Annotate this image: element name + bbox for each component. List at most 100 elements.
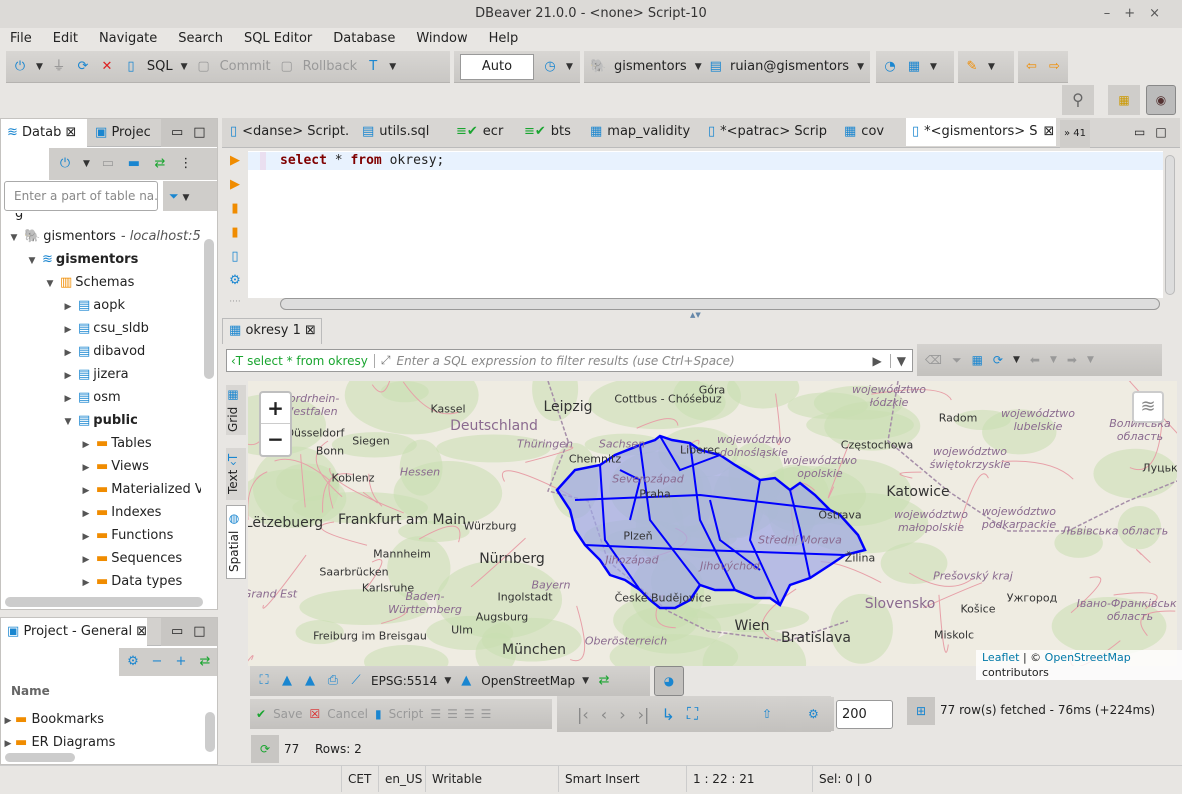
tree-item-schema[interactable]: ▶ ▤ aopk [61, 294, 125, 317]
chevron-down-icon[interactable]: ▼ [181, 62, 188, 72]
menu-navigate[interactable]: Navigate [99, 28, 166, 50]
export-button[interactable]: ⇧ [756, 697, 786, 731]
row-edit-icons[interactable]: ☰☰☰☰ [430, 707, 497, 721]
refresh-icon[interactable]: ⟳ [993, 353, 1003, 367]
chevron-down-icon[interactable]: ▼ [1087, 355, 1094, 365]
format-brush-icon[interactable]: ✎ [964, 59, 980, 75]
expand-toggle-icon[interactable]: ▼ [25, 250, 39, 273]
new-connection-icon[interactable]: ⏻ [12, 59, 28, 75]
filter-settings-icon[interactable]: ▦ [972, 353, 983, 367]
gear-icon[interactable]: ⚙ [125, 654, 141, 670]
apply-filter-icon[interactable]: ▶ [865, 354, 890, 368]
tree-item-folder[interactable]: ▶ ▬ Sequences [79, 547, 183, 572]
gear-icon[interactable]: ⚙ [227, 273, 243, 289]
tree-item-schema[interactable]: ▶ ▤ jizera [61, 363, 129, 386]
horizontal-scrollbar[interactable] [5, 597, 203, 607]
expand-toggle-icon[interactable]: ▶ [79, 526, 93, 549]
expand-toggle-icon[interactable]: ▶ [79, 480, 93, 503]
link-icon[interactable]: ⇄ [197, 654, 213, 670]
refresh-button[interactable]: ⟳ [251, 735, 279, 763]
horizontal-scrollbar[interactable] [5, 753, 75, 762]
schema-selector[interactable]: ruian@gismentors [730, 59, 849, 74]
chevron-down-icon[interactable]: ▼ [930, 62, 937, 72]
filter-history-dropdown[interactable]: ▼ [889, 353, 912, 368]
clear-filter-icon[interactable]: ⌫ [925, 353, 942, 367]
minimize-icon[interactable]: ▭ [1134, 125, 1155, 139]
basemap-selector[interactable]: OpenStreetMap [481, 674, 575, 688]
tree-item-schemas[interactable]: ▼ ▥ Schemas [43, 271, 135, 294]
tree-item-folder[interactable]: ▶ ▬ Functions [79, 524, 174, 549]
tree-item-schema[interactable]: ▶ ▤ csu_sldb [61, 317, 149, 340]
horizontal-scrollbar[interactable] [280, 298, 1160, 310]
print-icon[interactable]: ⎙ [325, 673, 341, 689]
last-page-icon[interactable]: ›| [638, 705, 650, 724]
chevron-down-icon[interactable]: ▼ [857, 62, 864, 72]
execute-script-new-tab-icon[interactable]: ▮ [227, 225, 243, 241]
filter-icon[interactable]: ⏷ [952, 353, 962, 368]
zoom-to-extent-icon[interactable]: ⛶ [256, 673, 272, 689]
tab-editor[interactable]: ▦ map_validity [584, 118, 700, 146]
tree-item-schema[interactable]: ▶ ▤ dibavod [61, 340, 146, 365]
expand-toggle-icon[interactable]: ▶ [79, 503, 93, 526]
maximize-icon[interactable]: □ [193, 624, 215, 639]
panel-window-controls[interactable]: ▭□ [161, 618, 217, 646]
vertical-scrollbar[interactable] [205, 712, 215, 752]
menu-search[interactable]: Search [178, 28, 232, 50]
tab-projects[interactable]: ▣ Projec [89, 119, 157, 147]
script-button[interactable]: Script [389, 707, 424, 721]
tab-results-okresy[interactable]: ▦ okresy 1 ⊠ [222, 318, 322, 344]
expand-toggle-icon[interactable]: ▼ [61, 411, 75, 434]
chevron-down-icon[interactable]: ▼ [182, 193, 189, 203]
fetch-next-icon[interactable]: ↳ [661, 705, 674, 724]
execute-statement-icon[interactable]: ▶ [227, 153, 243, 169]
crs-selector[interactable]: EPSG:5514 [371, 674, 437, 688]
expand-filter-icon[interactable]: ⤢ [375, 353, 397, 368]
dashboard-icon[interactable]: ◔ [882, 59, 898, 75]
dbeaver-perspective-icon[interactable]: ◉ [1146, 85, 1176, 115]
tree-item-folder[interactable]: ▶ ▬ Indexes [79, 501, 162, 526]
osm-link[interactable]: OpenStreetMap [1045, 651, 1131, 664]
tasks-icon[interactable]: ▦ [906, 59, 922, 75]
maximize-icon[interactable]: □ [193, 125, 215, 140]
expand-toggle-icon[interactable]: ▶ [61, 388, 75, 411]
tree-item-schema[interactable]: ▼ ▤ public [61, 409, 138, 432]
commit-button[interactable]: Commit [220, 59, 271, 74]
menu-window[interactable]: Window [416, 28, 476, 50]
minimize-button[interactable]: – [1104, 6, 1125, 21]
tree-item-database[interactable]: ▼ ≋ gismentors [25, 248, 139, 273]
sql-button[interactable]: SQL [147, 59, 173, 74]
datasource-selector[interactable]: gismentors [614, 59, 687, 74]
expand-toggle-icon[interactable]: ▶ [61, 319, 75, 342]
table-filter-input[interactable]: Enter a part of table na... [4, 181, 158, 211]
collapse-icon[interactable]: − [149, 654, 165, 670]
save-image-icon[interactable]: ▲ [279, 673, 295, 689]
splitter-arrows-icon[interactable]: ▲▼ [690, 311, 701, 319]
expand-toggle-icon[interactable]: ▶ [79, 549, 93, 572]
history-icon[interactable]: ◷ [542, 59, 558, 75]
chevron-down-icon[interactable]: ▼ [566, 62, 573, 72]
maximize-button[interactable]: + [1124, 6, 1149, 21]
expand-toggle-icon[interactable]: ▶ [79, 572, 93, 593]
new-perspective-icon[interactable]: ▦ [1108, 85, 1140, 115]
cancel-button[interactable]: Cancel [327, 707, 368, 721]
filter-input[interactable]: Enter a SQL expression to filter results… [396, 354, 864, 368]
fetch-all-icon[interactable]: ⛶ [687, 704, 698, 724]
panel-window-controls[interactable]: ▭□ [161, 119, 217, 147]
explain-plan-icon[interactable]: ▯ [227, 249, 243, 265]
tab-editor[interactable]: ▦ cov [838, 118, 904, 146]
tree-item-folder[interactable]: ▶▬Materialized Vie [79, 478, 201, 501]
chevron-down-icon[interactable]: ▼ [83, 159, 90, 169]
close-icon[interactable]: ⊠ [1038, 124, 1055, 139]
swap-icon[interactable]: ⇄ [596, 673, 612, 689]
connect-icon[interactable]: ⏚ [51, 59, 67, 75]
expand-toggle-icon[interactable]: ▶ [61, 342, 75, 365]
new-connection-icon[interactable]: ⏻ [57, 156, 73, 172]
chevron-down-icon[interactable]: ▼ [36, 62, 43, 72]
transaction-icon[interactable]: T [365, 59, 381, 75]
layers-icon[interactable]: ≋ [1132, 391, 1164, 423]
zoom-out-button[interactable]: − [261, 424, 290, 455]
filter-settings-button[interactable]: ⏷ ▼ [163, 181, 217, 211]
spatial-map[interactable]: Nordrhein-Westfalen Düsseldorf Kassel Leipz… [248, 381, 1177, 666]
fetch-size-input[interactable]: 200 [836, 700, 893, 729]
minimize-icon[interactable]: ▭ [171, 624, 193, 639]
